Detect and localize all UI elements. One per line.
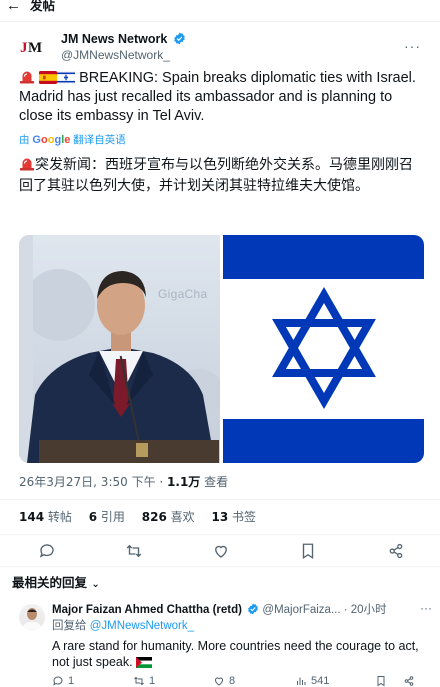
svg-text:J: J: [20, 40, 28, 56]
reply-author-handle[interactable]: @MajorFaiza...: [262, 604, 340, 616]
likes-stat[interactable]: 826 喜欢: [142, 510, 195, 524]
photo-illustration: [19, 235, 220, 463]
tweet-text-en: BREAKING: Spain breaks diplomatic ties w…: [19, 70, 416, 124]
reply-text: A rare stand for humanity. More countrie…: [52, 639, 419, 669]
reply-share-button[interactable]: [403, 675, 415, 687]
verified-badge-icon: [248, 603, 259, 615]
meta-divider: [0, 499, 440, 500]
reply-like-button[interactable]: 8: [213, 675, 235, 687]
image-watermark: GigaCha: [158, 287, 208, 301]
israel-flag-icon: [57, 71, 76, 84]
top-bar: ← 发帖: [0, 0, 440, 18]
bookmark-icon: [377, 676, 385, 687]
reply-header: Major Faizan Ahmed Chattha (retd) @Major…: [52, 603, 387, 617]
reply-time[interactable]: · 20小时: [344, 604, 387, 616]
tweet-action-bar: [0, 542, 440, 560]
like-icon[interactable]: [212, 542, 230, 560]
reply-retweet-button[interactable]: 1: [133, 675, 155, 687]
bookmarks-stat[interactable]: 13 书签: [212, 510, 257, 524]
like-icon: [214, 677, 224, 686]
bookmark-icon[interactable]: [299, 542, 317, 560]
israel-flag-image[interactable]: [223, 235, 424, 463]
reply-icon: [53, 676, 63, 686]
more-icon[interactable]: ···: [404, 38, 421, 54]
reply-views-button[interactable]: 541: [295, 675, 329, 687]
reply-icon[interactable]: [38, 542, 56, 560]
views-label: 查看: [204, 475, 229, 489]
reply-avatar[interactable]: [19, 604, 45, 630]
politician-photo[interactable]: GigaCha: [19, 235, 220, 463]
tweet-text-zh: 突发新闻：西班牙宣布与以色列断绝外交关系。马德里刚刚召回了其驻以色列大使，并计划…: [19, 157, 413, 194]
siren-icon: [20, 71, 34, 84]
replies-sort-dropdown[interactable]: 最相关的回复 ⌄: [12, 576, 100, 592]
reply-bookmark-button[interactable]: [375, 675, 387, 687]
more-icon[interactable]: ···: [420, 601, 432, 615]
author-name[interactable]: JM News Network: [61, 32, 186, 46]
google-logo: Google: [32, 134, 71, 146]
share-icon: [404, 676, 414, 686]
chevron-down-icon: ⌄: [91, 579, 100, 590]
retweet-icon: [134, 676, 144, 686]
author-handle[interactable]: @JMNewsNetwork_: [61, 48, 170, 62]
views-icon: [297, 677, 306, 685]
translated-by-row[interactable]: 由 Google 翻译自英语: [19, 134, 126, 146]
retweets-stat[interactable]: 144 转帖: [19, 510, 72, 524]
tweet-meta: 26年3月27日, 3:50 下午 · 1.1万 查看: [19, 475, 229, 489]
retweet-icon[interactable]: [125, 542, 143, 560]
page-title: 发帖: [30, 0, 56, 13]
replying-to: 回复给 @JMNewsNetwork_: [52, 620, 195, 632]
reply-action-bar: 1 1 8 541: [0, 675, 440, 687]
tweet-stats: 144 转帖 6 引用 826 喜欢 13 书签: [19, 510, 269, 524]
spain-flag-icon: [39, 71, 58, 84]
stats-divider: [0, 534, 440, 535]
svg-text:M: M: [28, 40, 42, 56]
replying-to-mention[interactable]: @JMNewsNetwork_: [90, 620, 194, 632]
siren-icon: [20, 158, 34, 171]
reply-author-name[interactable]: Major Faizan Ahmed Chattha (retd): [52, 604, 242, 616]
header-divider: [0, 21, 440, 22]
author-avatar[interactable]: J M: [18, 38, 46, 56]
verified-badge-icon: [173, 32, 185, 45]
quotes-stat[interactable]: 6 引用: [89, 510, 125, 524]
tweet-media[interactable]: GigaCha: [19, 235, 424, 463]
palestine-flag-icon: [136, 657, 153, 668]
tweet-date[interactable]: 26年3月27日, 3:50 下午: [19, 475, 156, 489]
actions-divider: [0, 566, 440, 567]
reply-reply-button[interactable]: 1: [52, 675, 74, 687]
view-count: 1.1万: [167, 475, 201, 489]
share-icon[interactable]: [387, 542, 405, 560]
back-arrow-icon[interactable]: ←: [6, 0, 21, 13]
